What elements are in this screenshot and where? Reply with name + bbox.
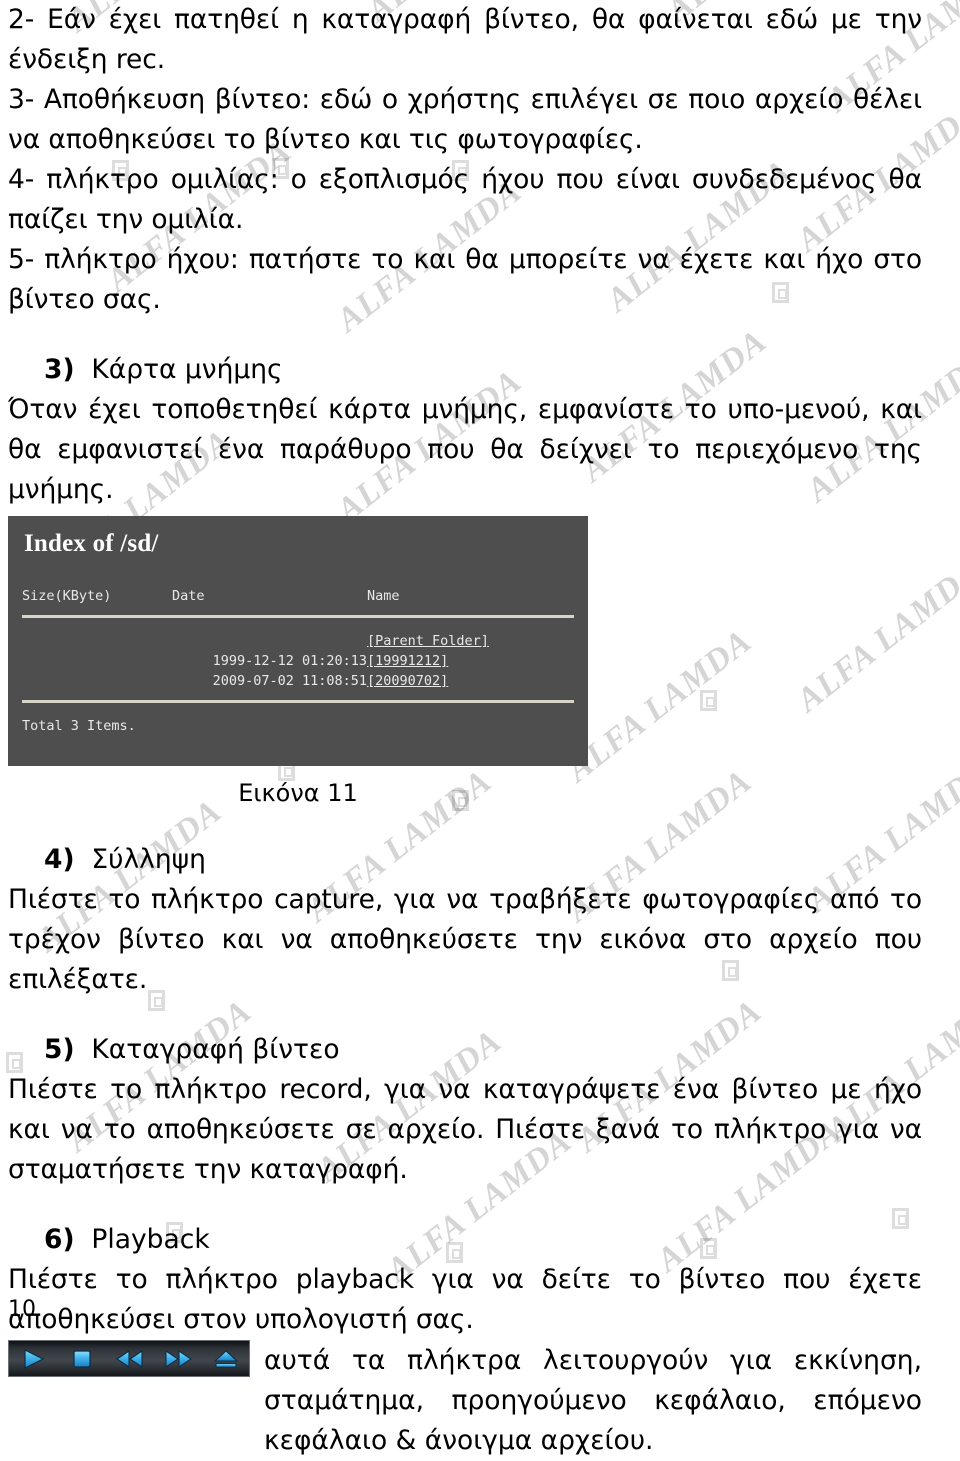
section-3-title: Κάρτα μνήμης — [91, 354, 283, 385]
page-number: 10 — [8, 1297, 36, 1322]
index-table-head: Size(KByte) Date Name — [22, 586, 574, 617]
intro-item-5: 5- πλήκτρο ήχου: πατήστε το και θα μπορε… — [8, 244, 922, 315]
spacer-cell — [22, 691, 574, 702]
page-content: 2- Εάν έχει πατηθεί η καταγραφή βίντεο, … — [8, 0, 922, 1461]
section-5-title: Καταγραφή βίντεο — [91, 1033, 340, 1065]
intro-item-3: 3- Αποθήκευση βίντεο: εδώ ο χρήστης επιλ… — [8, 84, 922, 155]
cell-size — [22, 671, 172, 691]
cell-name[interactable]: [Parent Folder] — [367, 631, 574, 651]
rewind-icon — [116, 1349, 143, 1369]
section-4-number: 4) — [44, 843, 75, 875]
index-total-count: Total 3 Items. — [22, 717, 136, 734]
section-5-number: 5) — [44, 1033, 75, 1065]
section-3-heading: 3) Κάρτα μνήμης — [8, 350, 922, 390]
cell-date — [172, 631, 367, 651]
table-bottom-rule — [22, 700, 574, 705]
table-spacer — [22, 691, 574, 702]
index-table-body: [Parent Folder] 1999-12-12 01:20:13 [199… — [22, 615, 574, 705]
rewind-button[interactable] — [107, 1341, 153, 1378]
column-header-date: Date — [172, 588, 205, 604]
table-row[interactable]: 2009-07-02 11:08:51 [20090702] — [22, 671, 574, 691]
section-6-body: Πιέστε το πλήκτρο playback για να δείτε … — [8, 1263, 922, 1335]
eject-icon — [213, 1350, 239, 1368]
spacer-cell — [22, 620, 574, 631]
table-header-row: Size(KByte) Date Name — [22, 586, 574, 617]
folder-link[interactable]: [20090702] — [367, 673, 448, 689]
play-button[interactable] — [11, 1341, 57, 1378]
sd-index-panel: Index of /sd/ Size(KByte) Date Name [Par… — [8, 516, 588, 766]
cell-size — [22, 631, 172, 651]
section-4-heading: 4) Σύλληψη — [8, 840, 922, 880]
section-6-heading: 6) Playback — [8, 1220, 922, 1260]
section-3-body: Όταν έχει τοποθετηθεί κάρτα μνήμης, εμφα… — [8, 394, 922, 505]
table-spacer — [22, 620, 574, 631]
stop-icon — [73, 1350, 91, 1368]
rule — [22, 700, 574, 705]
eject-button[interactable] — [203, 1341, 249, 1378]
section-6-title: Playback — [91, 1223, 210, 1255]
intro-item-2: 2- Εάν έχει πατηθεί η καταγραφή βίντεο, … — [8, 4, 922, 75]
section-4-body: Πιέστε το πλήκτρο capture, για να τραβήξ… — [8, 883, 922, 995]
section-3-number: 3) — [44, 354, 75, 385]
forward-button[interactable] — [155, 1341, 201, 1378]
fast-forward-icon — [165, 1349, 192, 1369]
playback-description: αυτά τα πλήκτρα λειτουργούν για εκκίνηση… — [264, 1344, 922, 1456]
play-icon — [24, 1349, 45, 1369]
playback-controls-row: αυτά τα πλήκτρα λειτουργούν για εκκίνηση… — [8, 1339, 922, 1461]
index-panel-title: Index of /sd/ — [24, 530, 159, 557]
cell-name[interactable]: [19991212] — [367, 651, 574, 671]
cell-size — [22, 651, 172, 671]
section-6-number: 6) — [44, 1223, 75, 1255]
section-5-heading: 5) Καταγραφή βίντεο — [8, 1030, 922, 1070]
folder-link[interactable]: [19991212] — [367, 653, 448, 669]
stop-button[interactable] — [59, 1341, 105, 1378]
cell-date: 1999-12-12 01:20:13 — [212, 652, 367, 669]
cell-date: 2009-07-02 11:08:51 — [212, 672, 367, 689]
parent-folder-link[interactable]: [Parent Folder] — [367, 633, 489, 649]
table-row[interactable]: [Parent Folder] — [22, 631, 574, 651]
index-file-table: Size(KByte) Date Name [Parent Folder] 19… — [22, 586, 574, 705]
section-4-title: Σύλληψη — [91, 843, 206, 875]
section-5-body: Πιέστε το πλήκτρο record, για να καταγρά… — [8, 1073, 922, 1185]
column-header-name: Name — [367, 588, 400, 604]
table-row[interactable]: 1999-12-12 01:20:13 [19991212] — [22, 651, 574, 671]
figure-caption: Εικόνα 11 — [238, 778, 358, 807]
column-header-size: Size(KByte) — [22, 588, 112, 604]
intro-item-4: 4- πλήκτρο ομιλίας: ο εξοπλισμός ήχου πο… — [8, 164, 922, 235]
cell-name[interactable]: [20090702] — [367, 671, 574, 691]
playback-button-strip[interactable] — [8, 1339, 250, 1378]
document-page: 2- Εάν έχει πατηθεί η καταγραφή βίντεο, … — [0, 0, 960, 1456]
